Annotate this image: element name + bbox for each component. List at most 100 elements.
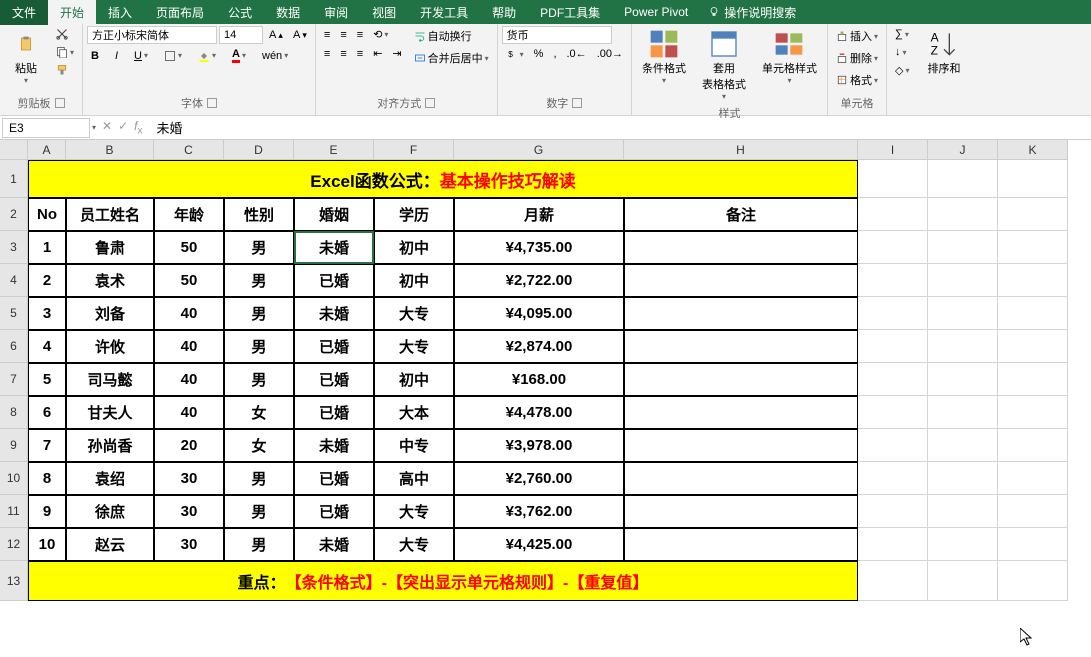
cell-salary[interactable]: ¥3,762.00 [454, 495, 624, 528]
name-box[interactable] [2, 118, 90, 138]
col-header-J[interactable]: J [928, 140, 998, 160]
cell-no[interactable]: 8 [28, 462, 66, 495]
tab-formula[interactable]: 公式 [216, 0, 264, 25]
tab-layout[interactable]: 页面布局 [144, 0, 216, 25]
clipboard-dialog-launcher[interactable] [55, 98, 65, 108]
row-header-10[interactable]: 10 [0, 462, 28, 495]
cell-blank[interactable] [928, 429, 998, 462]
cell-blank[interactable] [858, 396, 928, 429]
cell-blank[interactable] [858, 363, 928, 396]
cell-no[interactable]: 7 [28, 429, 66, 462]
cell-gender[interactable]: 男 [224, 363, 294, 396]
cell-gender[interactable]: 男 [224, 231, 294, 264]
font-dialog-launcher[interactable] [207, 98, 217, 108]
cell-edu[interactable]: 初中 [374, 264, 454, 297]
comma-button[interactable]: , [549, 46, 560, 62]
cell-gender[interactable]: 男 [224, 264, 294, 297]
wrap-text-button[interactable]: 自动换行 [410, 26, 493, 46]
cell-note[interactable] [624, 264, 858, 297]
cell-gender[interactable]: 男 [224, 462, 294, 495]
cell-I13[interactable] [858, 561, 928, 601]
cell-no[interactable]: 1 [28, 231, 66, 264]
cut-button[interactable] [52, 26, 78, 42]
cell-marriage[interactable]: 未婚 [294, 297, 374, 330]
cell-age[interactable]: 30 [154, 462, 224, 495]
cell-blank[interactable] [858, 264, 928, 297]
cell-note[interactable] [624, 528, 858, 561]
cell-edu[interactable]: 大专 [374, 330, 454, 363]
merge-center-button[interactable]: 合并后居中▾ [410, 48, 493, 68]
cell-salary[interactable]: ¥168.00 [454, 363, 624, 396]
tab-pdf[interactable]: PDF工具集 [528, 0, 612, 25]
align-dialog-launcher[interactable] [425, 98, 435, 108]
cell-blank[interactable] [858, 231, 928, 264]
align-left-button[interactable]: ≡ [320, 45, 334, 62]
cell-blank[interactable] [998, 297, 1068, 330]
delete-cells-button[interactable]: 删除 ▾ [832, 48, 882, 68]
cell-marriage[interactable]: 已婚 [294, 363, 374, 396]
italic-button[interactable]: I [111, 46, 122, 65]
cell-gender[interactable]: 男 [224, 495, 294, 528]
cell-K1[interactable] [998, 160, 1068, 198]
sort-filter-button[interactable]: AZ 排序和 [921, 26, 966, 78]
tab-data[interactable]: 数据 [264, 0, 312, 25]
cell-edu[interactable]: 大专 [374, 495, 454, 528]
cell-blank[interactable] [998, 363, 1068, 396]
cell-note[interactable] [624, 495, 858, 528]
cell-hdr-note[interactable]: 备注 [624, 198, 858, 231]
cell-blank[interactable] [858, 330, 928, 363]
font-size-select[interactable] [219, 26, 263, 44]
autosum-button[interactable]: ∑ ▾ [891, 26, 913, 42]
cell-blank[interactable] [858, 429, 928, 462]
align-bottom-button[interactable]: ≡ [353, 26, 367, 43]
cell-note[interactable] [624, 462, 858, 495]
cell-marriage[interactable]: 未婚 [294, 231, 374, 264]
cell-note[interactable] [624, 297, 858, 330]
cell-age[interactable]: 40 [154, 396, 224, 429]
row-header-13[interactable]: 13 [0, 561, 28, 601]
cell-blank[interactable] [998, 264, 1068, 297]
cell-blank[interactable] [858, 495, 928, 528]
cell-blank[interactable] [858, 297, 928, 330]
cell-styles-button[interactable]: 单元格样式▾ [756, 26, 823, 87]
cell-marriage[interactable]: 已婚 [294, 396, 374, 429]
cell-name[interactable]: 孙尚香 [66, 429, 154, 462]
cell-edu[interactable]: 初中 [374, 231, 454, 264]
cell-note[interactable] [624, 363, 858, 396]
col-header-E[interactable]: E [294, 140, 374, 160]
cell-name[interactable]: 徐庶 [66, 495, 154, 528]
cell-edu[interactable]: 大专 [374, 297, 454, 330]
cell-gender[interactable]: 女 [224, 429, 294, 462]
cell-hdr-marriage[interactable]: 婚姻 [294, 198, 374, 231]
cell-edu[interactable]: 中专 [374, 429, 454, 462]
cell-blank[interactable] [928, 528, 998, 561]
cell-name[interactable]: 鲁肃 [66, 231, 154, 264]
conditional-format-button[interactable]: 条件格式▾ [636, 26, 692, 87]
cell-age[interactable]: 50 [154, 264, 224, 297]
cell-name[interactable]: 刘备 [66, 297, 154, 330]
font-name-select[interactable] [87, 26, 217, 44]
cell-gender[interactable]: 女 [224, 396, 294, 429]
cell-no[interactable]: 4 [28, 330, 66, 363]
cell-blank[interactable] [858, 462, 928, 495]
cell-note[interactable] [624, 330, 858, 363]
cell-marriage[interactable]: 未婚 [294, 528, 374, 561]
cell-marriage[interactable]: 已婚 [294, 264, 374, 297]
cell-salary[interactable]: ¥2,760.00 [454, 462, 624, 495]
row-header-9[interactable]: 9 [0, 429, 28, 462]
align-center-button[interactable]: ≡ [336, 45, 350, 62]
cell-K13[interactable] [998, 561, 1068, 601]
cell-age[interactable]: 30 [154, 495, 224, 528]
fill-button[interactable]: ↓ ▾ [891, 44, 911, 60]
col-header-G[interactable]: G [454, 140, 624, 160]
cell-J1[interactable] [928, 160, 998, 198]
table-format-button[interactable]: 套用 表格格式▾ [696, 26, 752, 103]
cell-name[interactable]: 许攸 [66, 330, 154, 363]
worksheet[interactable]: A B C D E F G H I J K 1 2 3 4 5 6 7 [0, 140, 1091, 657]
tell-me-search[interactable]: 操作说明搜索 [700, 4, 804, 21]
tab-home[interactable]: 开始 [48, 0, 96, 25]
row-header-2[interactable]: 2 [0, 198, 28, 231]
font-color-button[interactable]: A▾ [228, 46, 250, 65]
row-header-5[interactable]: 5 [0, 297, 28, 330]
cell-blank[interactable] [928, 231, 998, 264]
